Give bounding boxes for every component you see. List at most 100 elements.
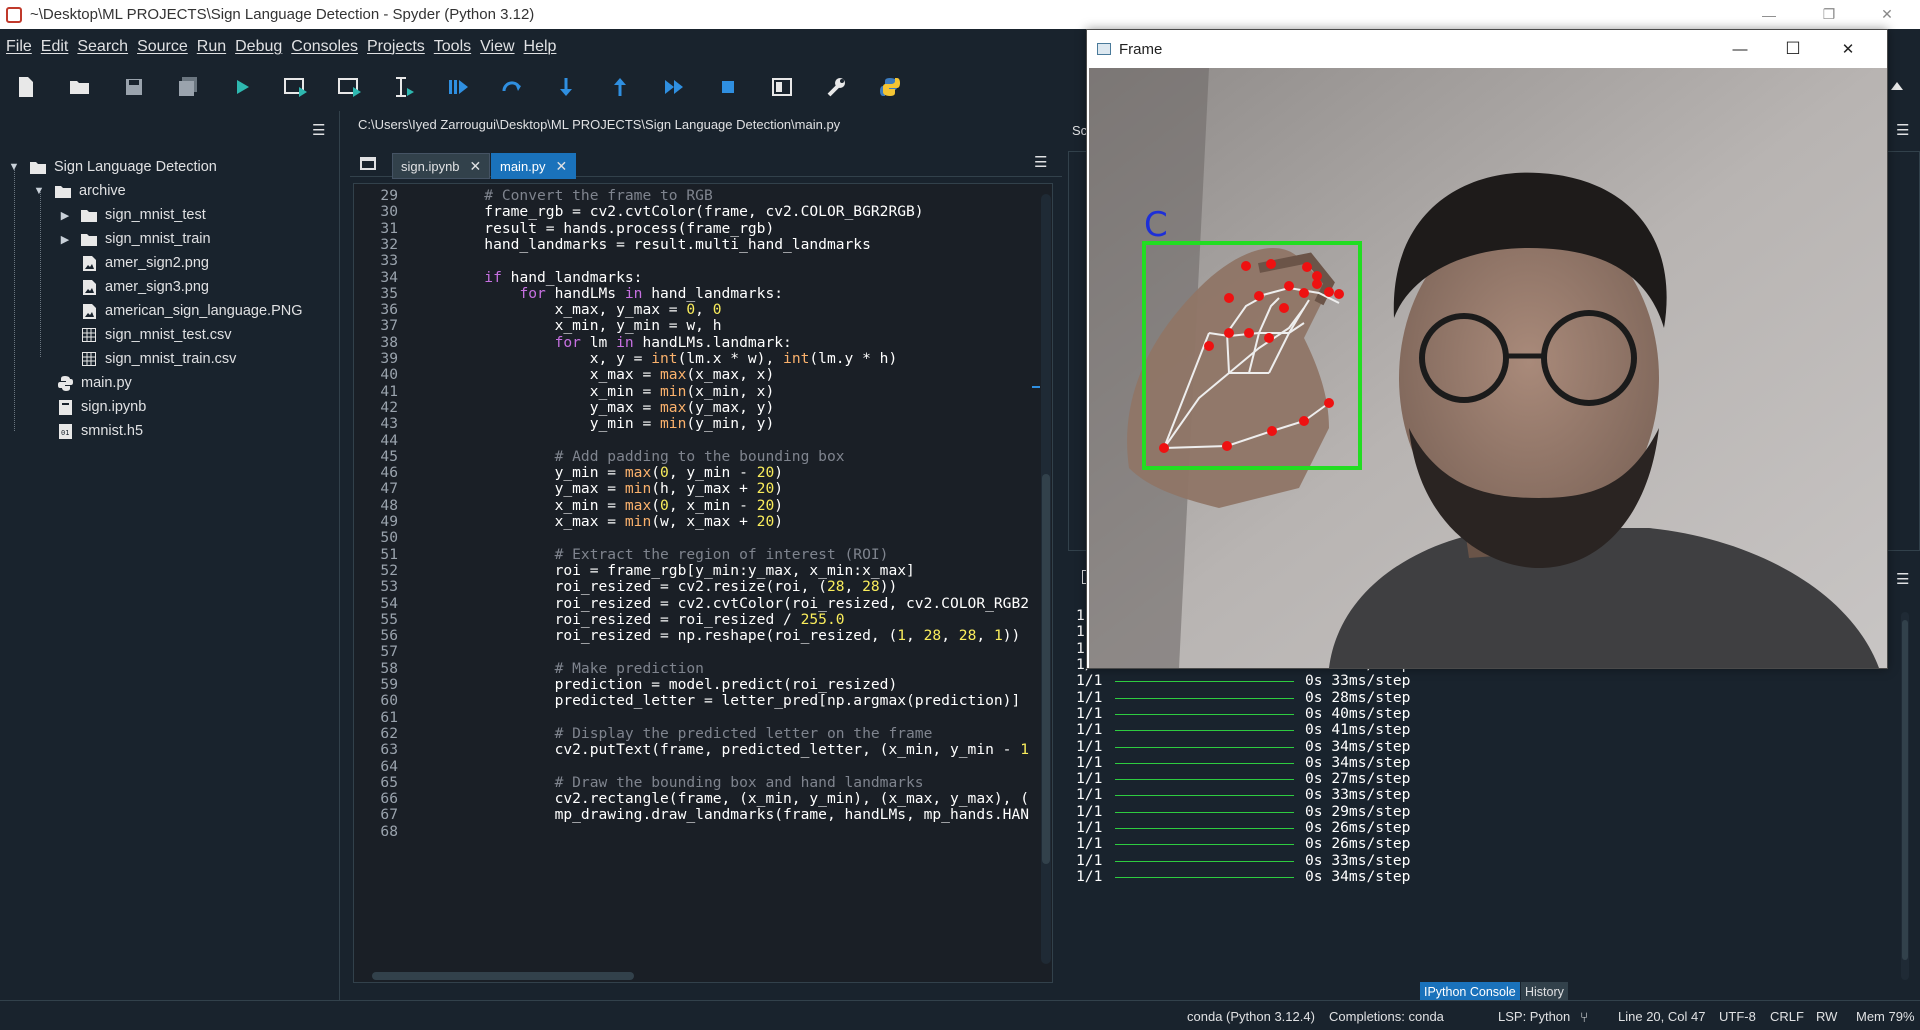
editor-pane: C:\Users\Iyed Zarrougui\Desktop\ML PROJE… bbox=[350, 111, 1062, 1000]
folder-icon bbox=[30, 160, 46, 174]
folder-icon bbox=[81, 208, 97, 222]
tree-item-label: archive bbox=[79, 183, 126, 199]
status-env[interactable]: conda (Python 3.12.4) bbox=[1187, 1009, 1315, 1024]
progress-bar bbox=[1115, 681, 1294, 683]
tree-item-smnist-h5[interactable]: 01 smnist.h5 bbox=[57, 420, 143, 442]
tab-ipython-console[interactable]: IPython Console bbox=[1420, 982, 1520, 1002]
tree-item-amer-sign3[interactable]: amer_sign3.png bbox=[81, 276, 209, 298]
run-cell-icon[interactable] bbox=[283, 74, 309, 100]
run-cell-advance-icon[interactable] bbox=[337, 74, 363, 100]
menu-run[interactable]: Run bbox=[197, 38, 226, 56]
python-path-icon[interactable] bbox=[877, 74, 903, 100]
tree-item-label: sign_mnist_test bbox=[105, 207, 206, 223]
tree-item-sign-mnist-train-csv[interactable]: sign_mnist_train.csv bbox=[81, 348, 236, 370]
webcam-frame: C bbox=[1089, 68, 1887, 668]
menu-search[interactable]: Search bbox=[77, 38, 128, 56]
tree-item-sign-mnist-test[interactable]: ▶ sign_mnist_test bbox=[59, 204, 206, 226]
menu-consoles[interactable]: Consoles bbox=[291, 38, 358, 56]
console-options-icon[interactable]: ☰ bbox=[1896, 570, 1909, 588]
console-scroll-thumb[interactable] bbox=[1902, 620, 1908, 960]
python-file-icon bbox=[57, 375, 73, 391]
minimize-button[interactable]: — bbox=[1746, 0, 1792, 29]
vertical-scroll-thumb[interactable] bbox=[1042, 474, 1050, 864]
step-return-icon[interactable] bbox=[607, 74, 633, 100]
save-all-icon[interactable] bbox=[175, 74, 201, 100]
editor-options-icon[interactable]: ☰ bbox=[1034, 153, 1047, 171]
menu-tools[interactable]: Tools bbox=[434, 38, 471, 56]
frame-window-icon bbox=[1097, 43, 1111, 55]
right-top-label: Sc bbox=[1072, 123, 1088, 138]
chevron-down-icon[interactable]: ▼ bbox=[33, 185, 45, 197]
save-icon[interactable] bbox=[121, 74, 147, 100]
svg-text:01: 01 bbox=[61, 429, 69, 437]
tree-item-label: sign.ipynb bbox=[81, 399, 147, 415]
status-encoding: UTF-8 bbox=[1719, 1009, 1756, 1024]
continue-icon[interactable] bbox=[661, 74, 687, 100]
step-into-icon[interactable] bbox=[553, 74, 579, 100]
tree-item-archive[interactable]: ▼ archive bbox=[33, 180, 126, 202]
maximize-pane-icon[interactable] bbox=[769, 74, 795, 100]
open-folder-icon[interactable] bbox=[67, 74, 93, 100]
tab-main-py[interactable]: main.py ✕ bbox=[491, 153, 577, 179]
pane-options-icon[interactable]: ☰ bbox=[1896, 121, 1909, 139]
image-file-icon bbox=[81, 303, 97, 319]
menu-edit[interactable]: Edit bbox=[41, 38, 69, 56]
tree-item-label: smnist.h5 bbox=[81, 423, 144, 439]
code-line[interactable]: 68 bbox=[354, 822, 1034, 842]
tree-item-label: amer_sign3.png bbox=[105, 279, 209, 295]
new-file-icon[interactable] bbox=[13, 74, 39, 100]
frame-maximize-button[interactable]: ☐ bbox=[1770, 34, 1816, 64]
browse-tabs-icon[interactable] bbox=[360, 157, 376, 170]
frame-window[interactable]: Frame — ☐ ✕ C bbox=[1086, 29, 1888, 669]
menu-source[interactable]: Source bbox=[137, 38, 188, 56]
code-editor[interactable]: 29 # Convert the frame to RGB 30 frame_rg… bbox=[353, 183, 1053, 983]
webcam-image: C bbox=[1089, 68, 1887, 668]
tree-item-sign-mnist-train[interactable]: ▶ sign_mnist_train bbox=[59, 228, 211, 250]
run-icon[interactable] bbox=[229, 74, 255, 100]
tree-item-american-sign-language[interactable]: american_sign_language.PNG bbox=[81, 300, 303, 322]
horizontal-scroll-thumb[interactable] bbox=[372, 972, 634, 980]
tree-item-amer-sign2[interactable]: amer_sign2.png bbox=[81, 252, 209, 274]
step-over-icon[interactable] bbox=[499, 74, 525, 100]
frame-minimize-button[interactable]: — bbox=[1717, 34, 1763, 64]
tree-item-sign-mnist-test-csv[interactable]: sign_mnist_test.csv bbox=[81, 324, 232, 346]
step-time: 0s 34ms/step bbox=[1305, 867, 1411, 885]
tree-item-label: american_sign_language.PNG bbox=[105, 303, 303, 319]
progress-bar bbox=[1115, 779, 1294, 781]
pane-options-icon[interactable]: ☰ bbox=[312, 121, 325, 139]
cursor-line-marker bbox=[1032, 386, 1040, 388]
tab-sign-ipynb[interactable]: sign.ipynb ✕ bbox=[392, 153, 491, 179]
close-tab-icon[interactable]: ✕ bbox=[470, 158, 482, 175]
chevron-right-icon[interactable]: ▶ bbox=[59, 209, 71, 222]
menu-file[interactable]: File bbox=[6, 38, 32, 56]
tree-guide bbox=[40, 192, 41, 357]
menu-projects[interactable]: Projects bbox=[367, 38, 425, 56]
line-number: 68 bbox=[380, 822, 398, 840]
close-tab-icon[interactable]: ✕ bbox=[556, 158, 568, 175]
status-position: Line 20, Col 47 bbox=[1618, 1009, 1706, 1024]
stop-icon[interactable] bbox=[715, 74, 741, 100]
progress-bar bbox=[1115, 746, 1294, 748]
tree-item-label: main.py bbox=[81, 375, 132, 391]
tree-item-sign-ipynb[interactable]: sign.ipynb bbox=[57, 396, 146, 418]
tree-root[interactable]: ▼ Sign Language Detection bbox=[8, 156, 217, 178]
run-selection-icon[interactable] bbox=[391, 74, 417, 100]
spyder-app-icon bbox=[6, 6, 22, 23]
progress-bar bbox=[1115, 811, 1294, 813]
progress-bar bbox=[1115, 730, 1294, 732]
tab-history[interactable]: History bbox=[1521, 982, 1568, 1002]
frame-titlebar[interactable]: Frame — ☐ ✕ bbox=[1087, 30, 1887, 68]
status-completions[interactable]: Completions: conda bbox=[1329, 1009, 1444, 1024]
debug-icon[interactable] bbox=[445, 74, 471, 100]
menu-view[interactable]: View bbox=[480, 38, 514, 56]
preferences-icon[interactable] bbox=[823, 74, 849, 100]
menu-help[interactable]: Help bbox=[524, 38, 557, 56]
menu-debug[interactable]: Debug bbox=[235, 38, 282, 56]
image-file-icon bbox=[81, 279, 97, 295]
chevron-right-icon[interactable]: ▶ bbox=[59, 233, 71, 246]
tree-item-main-py[interactable]: main.py bbox=[57, 372, 132, 394]
frame-close-button[interactable]: ✕ bbox=[1825, 34, 1871, 64]
status-lsp[interactable]: LSP: Python bbox=[1498, 1009, 1570, 1024]
restore-button[interactable]: ❐ bbox=[1806, 0, 1852, 29]
close-button[interactable]: ✕ bbox=[1864, 0, 1910, 29]
